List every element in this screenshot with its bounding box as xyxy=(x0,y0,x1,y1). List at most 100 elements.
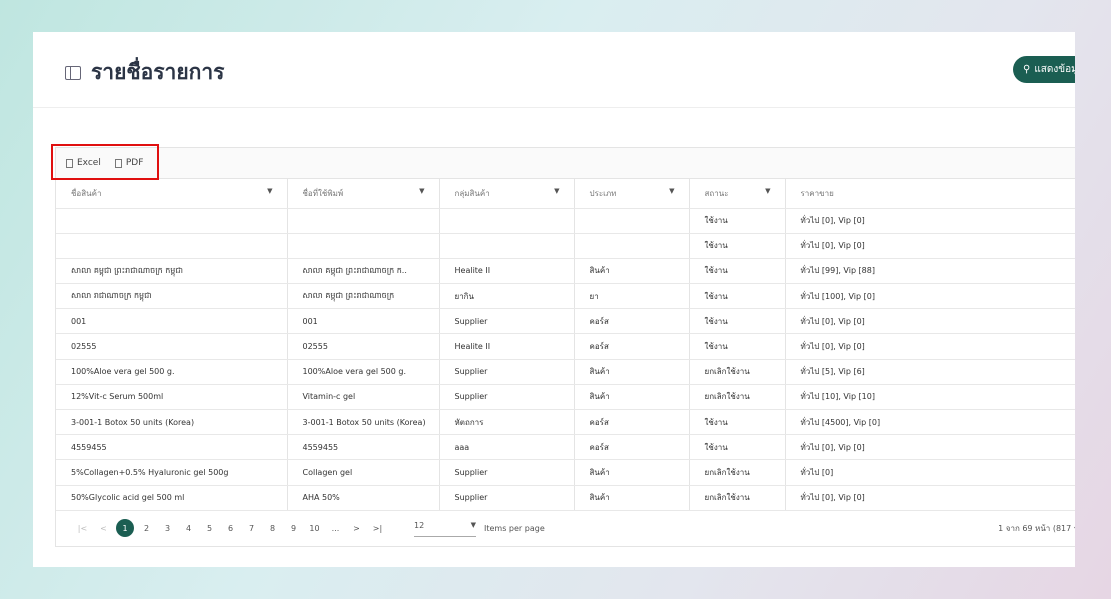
table-cell: ยกเลิกใช้งาน xyxy=(689,485,786,511)
divider xyxy=(33,107,1075,108)
table-cell: 5%Collagen+0.5% Hyaluronic gel 500g xyxy=(56,459,288,486)
pagination: |< <1 2 3 4 5 6 7 8 9 10... > >| 12 ▼ Items per page 1 จ… xyxy=(56,511,1075,546)
table-row[interactable]: ใช้งาน ทั่วไป [0], Vip [0] xyxy=(56,208,1075,234)
table-cell: 001 xyxy=(287,308,440,335)
column-header-label: ชื่อที่ใช้พิมพ์ xyxy=(302,188,344,198)
next-page-button[interactable]: > xyxy=(346,524,367,533)
table-cell: ทั่วไป [0], Vip [0] xyxy=(785,485,1075,511)
page-button[interactable]: 1 xyxy=(116,519,134,538)
page-button[interactable]: 8 xyxy=(262,524,283,533)
chevron-down-icon: ▼ xyxy=(470,521,476,530)
table-cell: คอร์ส xyxy=(574,333,690,360)
table-cell: หัตถการ xyxy=(439,409,575,436)
column-header[interactable]: ราคาขาย xyxy=(785,179,1075,209)
table-cell: 100%Aloe vera gel 500 g. xyxy=(287,359,440,385)
table-cell: ทั่วไป [4500], Vip [0] xyxy=(785,409,1075,436)
table-cell: Supplier xyxy=(439,384,575,411)
page-button[interactable]: 6 xyxy=(220,524,241,533)
table-cell: សាលា គម្ពុជា ព្រះរាជាណាចក្រ កម្ពុជា xyxy=(56,258,288,285)
table-row[interactable]: 001 001 Supplier คอร์ส ใช้งาน ทั่วไป [0], Vip… xyxy=(56,308,1075,335)
table-cell xyxy=(574,233,690,259)
column-header[interactable]: กลุ่มสินค้า ▼ xyxy=(439,179,575,209)
table-cell: ใช้งาน xyxy=(689,258,786,285)
table-row[interactable]: 100%Aloe vera gel 500 g. 100%Aloe vera ge… xyxy=(56,359,1075,385)
table-cell: Collagen gel xyxy=(287,459,440,486)
page-button[interactable]: 4 xyxy=(178,524,199,533)
page-button[interactable]: 10 xyxy=(304,524,325,533)
table-cell: คอร์ส xyxy=(574,434,690,461)
items-per-page-label: Items per page xyxy=(484,523,545,533)
table-cell: 50%Glycolic acid gel 500 ml xyxy=(56,485,288,511)
table-cell: ยกเลิกใช้งาน xyxy=(689,359,786,385)
show-data-label: แสดงข้อมูล xyxy=(1034,64,1075,75)
table-row[interactable]: 12%Vit-c Serum 500ml Vitamin-c gel Supplie… xyxy=(56,384,1075,411)
table-row[interactable]: សាលា រាជាណាចក្រ កម្ពុជា សាលា គម្ពុជា ព្រះ… xyxy=(56,283,1075,310)
table-cell: សាលា រាជាណាចក្រ កម្ពុជា xyxy=(56,283,288,310)
prev-page-button[interactable]: < xyxy=(93,524,114,533)
table-cell: ยกเลิกใช้งาน xyxy=(689,384,786,411)
page-button[interactable]: 9 xyxy=(283,524,304,533)
table-cell: 02555 xyxy=(56,333,288,360)
table-cell: คอร์ส xyxy=(574,409,690,436)
table-cell: ยากิน xyxy=(439,283,575,310)
table-cell: 4559455 xyxy=(56,434,288,461)
column-header[interactable]: สถานะ ▼ xyxy=(689,179,786,209)
filter-icon[interactable]: ▼ xyxy=(419,187,424,195)
page-button[interactable]: 5 xyxy=(199,524,220,533)
table-cell: ใช้งาน xyxy=(689,208,786,234)
table-row[interactable]: សាលា គម្ពុជា ព្រះរាជាណាចក្រ កម្ពុជា សាលា … xyxy=(56,258,1075,285)
last-page-button[interactable]: >| xyxy=(367,524,388,533)
table-cell: Healite II xyxy=(439,333,575,360)
column-header[interactable]: ชื่อที่ใช้พิมพ์ ▼ xyxy=(287,179,440,209)
show-data-button[interactable]: ⚲ แสดงข้อมูล xyxy=(1013,56,1075,83)
column-header-label: ราคาขาย xyxy=(800,188,834,198)
table-cell: Vitamin-c gel xyxy=(287,384,440,411)
table-cell: คอร์ส xyxy=(574,308,690,335)
table-cell: aaa xyxy=(439,434,575,461)
filter-icon[interactable]: ▼ xyxy=(267,187,272,195)
table-cell xyxy=(287,233,440,259)
export-toolbar: Excel PDF xyxy=(51,144,1075,180)
page-button[interactable]: ... xyxy=(325,524,346,533)
page-info: 1 จาก 69 หน้า (817 รายการ) xyxy=(998,523,1075,533)
page-button[interactable]: 3 xyxy=(157,524,178,533)
page-size-select[interactable]: 12 ▼ xyxy=(414,519,476,538)
table-cell: 3-001-1 Botox 50 units (Korea) xyxy=(287,409,440,436)
table-cell: สินค้า xyxy=(574,359,690,385)
table-cell: ทั่วไป [100], Vip [0] xyxy=(785,283,1075,310)
first-page-button[interactable]: |< xyxy=(72,524,93,533)
table-cell: ใช้งาน xyxy=(689,409,786,436)
table-row[interactable]: 4559455 4559455 aaa คอร์ส ใช้งาน ทั่วไป [0], … xyxy=(56,434,1075,461)
table-cell: Supplier xyxy=(439,459,575,486)
table-cell: AHA 50% xyxy=(287,485,440,511)
column-header[interactable]: ชื่อสินค้า ▼ xyxy=(56,179,288,209)
filter-icon[interactable]: ▼ xyxy=(765,187,770,195)
table-cell: Healite II xyxy=(439,258,575,285)
table-row[interactable]: ใช้งาน ทั่วไป [0], Vip [0] xyxy=(56,233,1075,259)
main-panel: รายชื่อรายการ ⚲ แสดงข้อมูล Excel PDF ชื่… xyxy=(33,32,1075,567)
table-cell: ใช้งาน xyxy=(689,434,786,461)
list-icon xyxy=(65,65,81,80)
table-cell: สินค้า xyxy=(574,384,690,411)
table-cell: 02555 xyxy=(287,333,440,360)
table-cell: 3-001-1 Botox 50 units (Korea) xyxy=(56,409,288,436)
highlight-box xyxy=(51,144,159,180)
search-icon: ⚲ xyxy=(1023,64,1031,75)
table-cell xyxy=(56,208,288,234)
page-button[interactable]: 2 xyxy=(136,524,157,533)
table-cell: Supplier xyxy=(439,485,575,511)
table-row[interactable]: 3-001-1 Botox 50 units (Korea) 3-001-1 Bo… xyxy=(56,409,1075,436)
table-row[interactable]: 02555 02555 Healite II คอร์ส ใช้งาน ทั่วไป [0… xyxy=(56,333,1075,360)
filter-icon[interactable]: ▼ xyxy=(669,187,674,195)
column-header[interactable]: ประเภท ▼ xyxy=(574,179,690,209)
table-cell: ทั่วไป [0] xyxy=(785,459,1075,486)
table-cell: สินค้า xyxy=(574,459,690,486)
table-row[interactable]: 5%Collagen+0.5% Hyaluronic gel 500g Colla… xyxy=(56,459,1075,486)
page-title: รายชื่อรายการ xyxy=(91,60,225,84)
table-cell: 001 xyxy=(56,308,288,335)
table-row[interactable]: 50%Glycolic acid gel 500 ml AHA 50% Suppli… xyxy=(56,485,1075,511)
filter-icon[interactable]: ▼ xyxy=(554,187,559,195)
table-cell: ทั่วไป [0], Vip [0] xyxy=(785,308,1075,335)
table-cell: 4559455 xyxy=(287,434,440,461)
page-button[interactable]: 7 xyxy=(241,524,262,533)
